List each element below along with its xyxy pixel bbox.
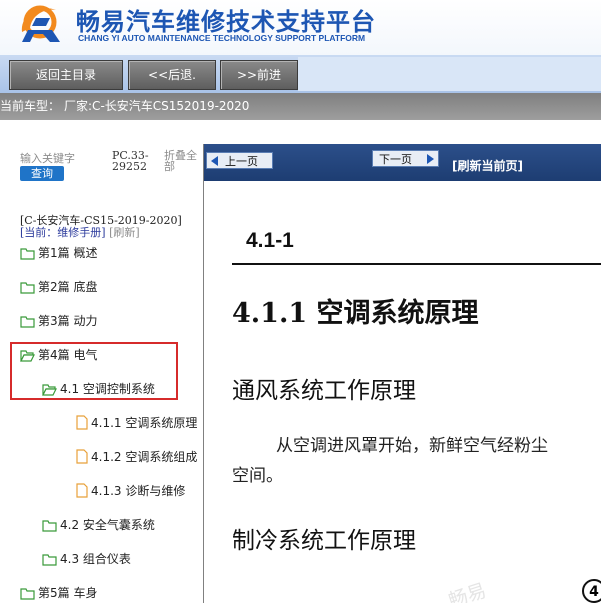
tree-label: 第1篇 概述 bbox=[38, 246, 98, 260]
ventilation-paragraph: 从空调进风罩开始，新鲜空气经粉尘 空间。 bbox=[232, 431, 601, 491]
tree-item[interactable]: 4.1.3 诊断与维修 bbox=[76, 481, 185, 501]
folder-icon bbox=[42, 554, 57, 566]
tree-item[interactable]: 4.3 组合仪表 bbox=[42, 549, 131, 569]
logo-icon bbox=[21, 5, 60, 42]
spacer bbox=[0, 120, 601, 144]
tree-item[interactable]: 第5篇 车身 bbox=[20, 583, 97, 603]
app-title: 畅易汽车维修技术支持平台 bbox=[76, 8, 376, 36]
tree-item[interactable]: 4.2 安全气囊系统 bbox=[42, 515, 155, 535]
tree-item[interactable]: 4.1.2 空调系统组成 bbox=[76, 447, 197, 467]
current-label: [当前：维修手册] bbox=[20, 226, 106, 239]
prev-page-label: 上一页 bbox=[225, 155, 258, 168]
folder-icon bbox=[42, 520, 57, 532]
tree-item[interactable]: 第3篇 动力 bbox=[20, 311, 97, 331]
tree-label: 4.1.2 空调系统组成 bbox=[91, 450, 198, 464]
app-subtitle: CHANG YI AUTO MAINTENANCE TECHNOLOGY SUP… bbox=[78, 33, 366, 43]
tree-item[interactable]: 第1篇 概述 bbox=[20, 243, 97, 263]
home-button[interactable]: 返回主目录 bbox=[9, 60, 123, 90]
toolbar-panel bbox=[298, 57, 601, 91]
section-number: 4.1-1 bbox=[246, 229, 294, 252]
prev-page-button[interactable]: 上一页 bbox=[206, 152, 273, 169]
tree-label: 4.1.1 空调系统原理 bbox=[91, 416, 198, 430]
page-icon bbox=[76, 415, 88, 430]
next-page-button[interactable]: 下一页 bbox=[372, 150, 439, 167]
page-icon bbox=[76, 483, 88, 498]
document-content: 4.1-1 4.1.1 空调系统原理 通风系统工作原理 从空调进风罩开始，新鲜空… bbox=[204, 181, 601, 603]
collapse-all-link[interactable]: 折叠全部 bbox=[164, 150, 200, 172]
vehicle-prefix: 当前车型： bbox=[0, 99, 61, 113]
tree-item[interactable]: 4.1.1 空调系统原理 bbox=[76, 413, 197, 433]
manual-code-text: PC.33-29252 bbox=[112, 149, 149, 173]
manual-code: PC.33-29252 bbox=[112, 150, 152, 172]
keyword-label: 输入关键字 bbox=[20, 152, 75, 165]
search-button[interactable]: 查询 bbox=[20, 166, 64, 181]
arrow-right-icon bbox=[427, 154, 434, 164]
tree-label: 4.3 组合仪表 bbox=[60, 552, 131, 566]
current-manual: [当前：维修手册] [刷新] bbox=[20, 224, 140, 240]
vehicle-name: 厂家:C-长安汽车CS152019-2020 bbox=[64, 99, 250, 113]
section-divider bbox=[232, 263, 601, 265]
sidebar: 输入关键字 查询 PC.33-29252 折叠全部 [C-长安汽车-CS15-2… bbox=[0, 144, 204, 603]
current-vehicle-bar: 当前车型： 厂家:C-长安汽车CS152019-2020 bbox=[0, 93, 601, 120]
arrow-left-icon bbox=[211, 156, 218, 166]
tree-label: 第5篇 车身 bbox=[38, 586, 98, 600]
forward-button[interactable]: >>前进 bbox=[220, 60, 298, 90]
para-line-2: 空间。 bbox=[232, 466, 283, 486]
page-number-badge: 4 bbox=[582, 579, 601, 603]
highlight-box bbox=[10, 342, 178, 400]
page-icon bbox=[76, 449, 88, 464]
page-title: 4.1.1 空调系统原理 bbox=[232, 298, 479, 329]
folder-icon bbox=[20, 248, 35, 260]
tree-label: 第3篇 动力 bbox=[38, 314, 98, 328]
folder-icon bbox=[20, 316, 35, 328]
next-page-label: 下一页 bbox=[379, 153, 412, 166]
back-button[interactable]: <<后退. bbox=[128, 60, 216, 90]
tree-label: 第2篇 底盘 bbox=[38, 280, 98, 294]
app-header: 畅易汽车维修技术支持平台 CHANG YI AUTO MAINTENANCE T… bbox=[0, 0, 601, 55]
tree-item[interactable]: 第2篇 底盘 bbox=[20, 277, 97, 297]
tree-label: 4.1.3 诊断与维修 bbox=[91, 484, 186, 498]
watermark: 畅易 bbox=[445, 579, 489, 603]
cooling-heading: 制冷系统工作原理 bbox=[232, 528, 416, 554]
refresh-page-link[interactable]: [刷新当前页] bbox=[452, 157, 523, 174]
para-line-1: 从空调进风罩开始，新鲜空气经粉尘 bbox=[276, 436, 548, 456]
folder-icon bbox=[20, 282, 35, 294]
ventilation-heading: 通风系统工作原理 bbox=[232, 378, 416, 404]
folder-icon bbox=[20, 588, 35, 600]
refresh-link[interactable]: [刷新] bbox=[109, 226, 140, 239]
tree-label: 4.2 安全气囊系统 bbox=[60, 518, 155, 532]
